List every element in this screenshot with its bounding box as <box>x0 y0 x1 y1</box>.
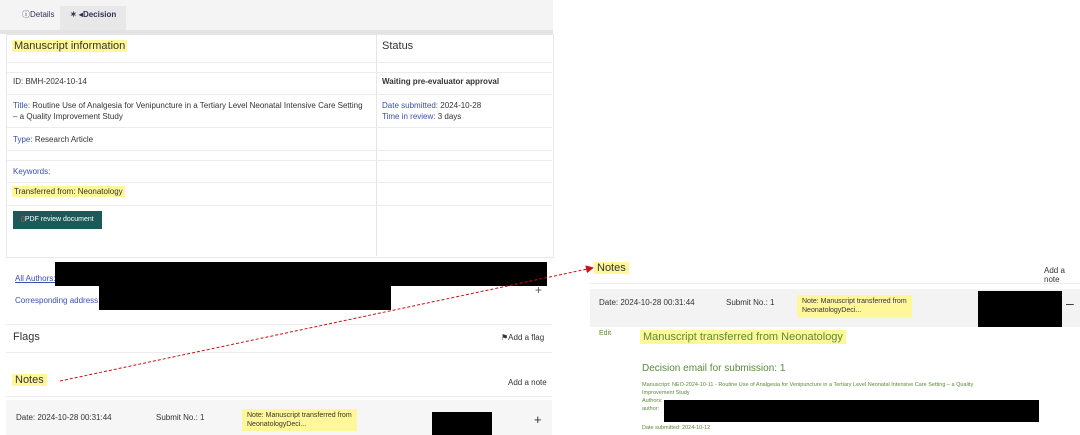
redaction-note-zoomed <box>978 291 1062 327</box>
edit-link[interactable]: Edit <box>599 330 611 337</box>
note-summary-zoomed: Note: Manuscript transferred from Neonato… <box>797 295 912 317</box>
note-submit-zoomed: Submit No.: 1 <box>726 298 775 307</box>
redaction-authors-zoomed <box>664 400 1039 422</box>
pointer-arrow <box>59 265 594 382</box>
notes-heading-zoomed: Notes <box>594 262 629 274</box>
note-date-submitted: Date submitted: 2024-10-12 <box>642 425 711 431</box>
decision-heading: Decision email for submission: 1 <box>642 363 786 374</box>
note-date-zoomed: Date: 2024-10-28 00:31:44 <box>599 298 695 307</box>
add-note-button-zoomed[interactable]: Add a note <box>1044 266 1080 284</box>
note-toggle-zoomed[interactable]: – <box>1066 295 1074 311</box>
note-title: Manuscript transferred from Neonatology <box>640 330 846 344</box>
